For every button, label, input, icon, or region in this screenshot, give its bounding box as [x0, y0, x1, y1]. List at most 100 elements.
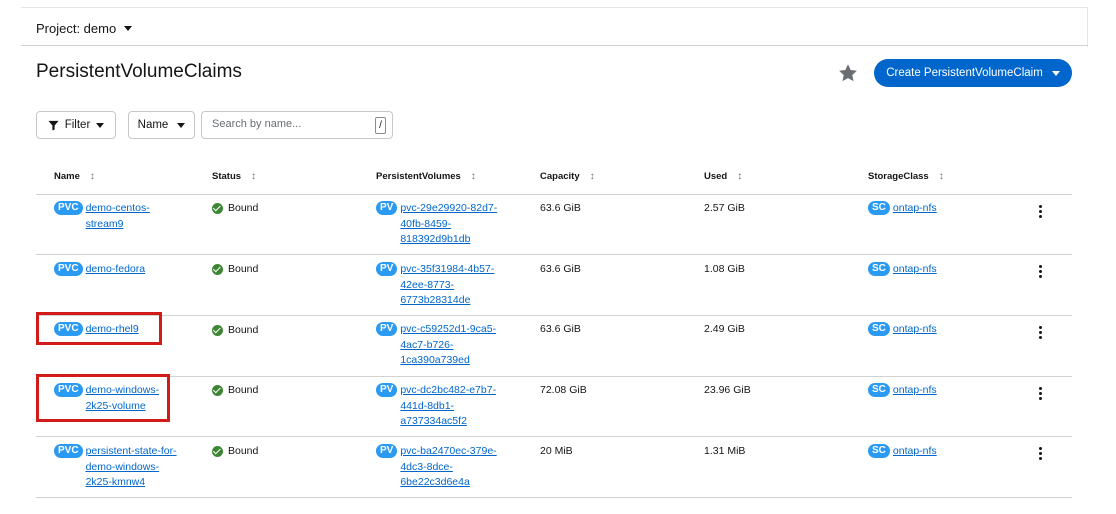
sort-icon: ↕: [938, 171, 944, 182]
pv-badge: PV: [376, 383, 398, 397]
column-header-persistent-volumes[interactable]: PersistentVolumes ↕: [376, 171, 476, 182]
column-header-label: Status: [212, 171, 242, 182]
table-row-pv[interactable]: PV pvc-dc2bc482-e7b7- 441d-8db1- a737334…: [376, 383, 496, 430]
table-row-pv[interactable]: PV pvc-c59252d1-9ca5- 4ac7-b726- 1ca390a…: [376, 322, 496, 369]
page-title: PersistentVolumeClaims: [36, 61, 242, 82]
table-row-storage-class[interactable]: SC ontap-nfs: [868, 262, 937, 278]
pv-link[interactable]: pvc-35f31984-4b57- 42ee-8773- 6773b28314…: [400, 262, 494, 309]
storage-class-link[interactable]: ontap-nfs: [893, 322, 937, 338]
filter-icon: [48, 120, 59, 131]
row-divider: [36, 254, 1072, 255]
pvc-name-link[interactable]: persistent-state-for- demo-windows- 2k25…: [86, 444, 177, 491]
check-circle-icon: [212, 202, 223, 214]
check-circle-icon: [212, 263, 223, 275]
kebab-icon[interactable]: [1035, 447, 1045, 461]
pv-link[interactable]: pvc-ba2470ec-379e- 4dc3-8dce- 6be22c3d6e…: [400, 444, 496, 491]
pv-link[interactable]: pvc-dc2bc482-e7b7- 441d-8db1- a737334ac5…: [400, 383, 496, 430]
kebab-icon[interactable]: [1035, 265, 1045, 279]
table-row-storage-class[interactable]: SC ontap-nfs: [868, 444, 937, 460]
capacity-cell: 63.6 GiB: [540, 263, 581, 275]
star-icon[interactable]: [837, 62, 859, 84]
table-row-storage-class[interactable]: SC ontap-nfs: [868, 383, 937, 399]
name-filter-dropdown[interactable]: Name: [128, 111, 195, 139]
pvc-badge: PVC: [54, 201, 83, 215]
table-row-pv[interactable]: PV pvc-ba2470ec-379e- 4dc3-8dce- 6be22c3…: [376, 444, 497, 491]
name-filter-label: Name: [137, 119, 169, 131]
storage-class-link[interactable]: ontap-nfs: [893, 444, 937, 460]
caret-down-icon: [124, 26, 133, 31]
search-shortcut-hint: /: [375, 117, 386, 134]
table-row-storage-class[interactable]: SC ontap-nfs: [868, 322, 937, 338]
table-row-storage-class[interactable]: SC ontap-nfs: [868, 201, 937, 217]
pv-badge: PV: [376, 322, 398, 336]
create-pvc-button[interactable]: Create PersistentVolumeClaim: [874, 59, 1072, 87]
sc-badge: SC: [868, 322, 890, 336]
kebab-icon[interactable]: [1035, 387, 1045, 401]
used-cell: 23.96 GiB: [704, 384, 751, 396]
capacity-cell: 72.08 GiB: [540, 384, 587, 396]
sort-icon: ↕: [251, 171, 257, 182]
pvc-name-link[interactable]: demo-centos- stream9: [86, 201, 150, 232]
column-header-name[interactable]: Name ↕: [54, 171, 95, 182]
highlight-box: [36, 312, 162, 345]
caret-down-icon: [96, 122, 105, 128]
sort-icon: ↕: [470, 171, 476, 182]
kebab-icon[interactable]: [1035, 205, 1045, 219]
pv-badge: PV: [376, 262, 398, 276]
status-text: Bound: [228, 263, 259, 275]
column-header-label: Used: [704, 171, 728, 182]
capacity-cell: 63.6 GiB: [540, 202, 581, 214]
table-row-name[interactable]: PVC demo-centos- stream9: [54, 201, 150, 232]
table-row-name[interactable]: PVC demo-fedora: [54, 262, 145, 278]
column-header-used[interactable]: Used ↕: [704, 171, 742, 182]
column-header-status[interactable]: Status ↕: [212, 171, 256, 182]
filter-button[interactable]: Filter: [36, 111, 116, 139]
storage-class-link[interactable]: ontap-nfs: [893, 201, 937, 217]
sort-icon: ↕: [89, 171, 95, 182]
row-divider: [36, 497, 1072, 498]
sort-icon: ↕: [589, 171, 595, 182]
pv-link[interactable]: pvc-c59252d1-9ca5- 4ac7-b726- 1ca390a739…: [400, 322, 496, 369]
storage-class-link[interactable]: ontap-nfs: [893, 262, 937, 278]
status-badge: Bound: [212, 263, 258, 275]
column-header-label: StorageClass: [868, 171, 929, 182]
storage-class-link[interactable]: ontap-nfs: [893, 383, 937, 399]
search-input[interactable]: [212, 118, 372, 130]
status-badge: Bound: [212, 324, 258, 336]
column-header-label: Capacity: [540, 171, 580, 182]
row-divider: [36, 315, 1072, 316]
sc-badge: SC: [868, 262, 890, 276]
status-text: Bound: [228, 384, 259, 396]
column-header-label: Name: [54, 171, 80, 182]
used-cell: 2.57 GiB: [704, 202, 745, 214]
table-row-pv[interactable]: PV pvc-29e29920-82d7- 40fb-8459- 818392d…: [376, 201, 497, 248]
sc-badge: SC: [868, 444, 890, 458]
column-header-label: PersistentVolumes: [376, 171, 461, 182]
sc-badge: SC: [868, 201, 890, 215]
status-text: Bound: [228, 202, 259, 214]
row-divider: [36, 194, 1072, 195]
create-pvc-label: Create PersistentVolumeClaim: [886, 67, 1043, 79]
row-divider: [36, 436, 1072, 437]
table-row-pv[interactable]: PV pvc-35f31984-4b57- 42ee-8773- 6773b28…: [376, 262, 494, 309]
project-selector[interactable]: Project: demo: [36, 21, 133, 36]
pvc-name-link[interactable]: demo-fedora: [86, 262, 146, 278]
status-text: Bound: [228, 445, 259, 457]
table-row-name[interactable]: PVC persistent-state-for- demo-windows- …: [54, 444, 177, 491]
used-cell: 1.31 MiB: [704, 445, 746, 457]
pv-link[interactable]: pvc-29e29920-82d7- 40fb-8459- 818392d9b1…: [400, 201, 497, 248]
kebab-icon[interactable]: [1035, 326, 1045, 340]
search-box: /: [201, 111, 393, 139]
check-circle-icon: [212, 445, 223, 457]
column-header-storage-class[interactable]: StorageClass ↕: [868, 171, 944, 182]
row-divider: [36, 376, 1072, 377]
status-badge: Bound: [212, 202, 258, 214]
column-header-capacity[interactable]: Capacity ↕: [540, 171, 595, 182]
check-circle-icon: [212, 384, 223, 396]
caret-down-icon: [1051, 70, 1060, 76]
check-circle-icon: [212, 324, 223, 336]
used-cell: 1.08 GiB: [704, 263, 745, 275]
project-bar: Project: demo: [21, 0, 1088, 46]
sc-badge: SC: [868, 383, 890, 397]
used-cell: 2.49 GiB: [704, 323, 745, 335]
